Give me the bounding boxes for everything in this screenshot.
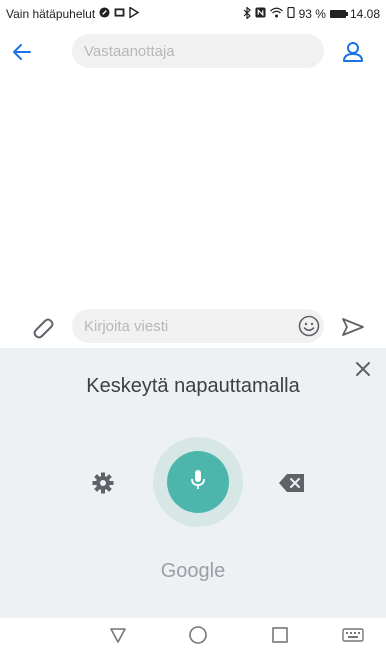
battery-icon	[329, 10, 348, 18]
microphone-button[interactable]	[167, 451, 229, 513]
vibrate-icon	[287, 6, 295, 21]
battery-text: 93 %	[298, 7, 326, 21]
keyboard-icon[interactable]	[342, 625, 364, 645]
mail-icon	[114, 8, 125, 20]
play-store-icon	[129, 6, 140, 21]
carrier-text: Vain hätäpuhelut	[6, 7, 96, 21]
navigation-bar	[0, 618, 386, 650]
recents-square-icon[interactable]	[270, 625, 290, 645]
maps-icon	[99, 7, 110, 21]
bluetooth-icon	[243, 5, 251, 22]
status-left: Vain hätäpuhelut	[6, 6, 140, 21]
wifi-icon	[269, 7, 283, 21]
emoji-icon[interactable]	[298, 315, 320, 337]
back-triangle-icon[interactable]	[108, 625, 128, 645]
nfc-icon	[255, 7, 266, 21]
home-circle-icon[interactable]	[188, 625, 208, 645]
microphone-icon	[189, 468, 207, 497]
status-time: 14.08	[349, 7, 380, 21]
recipient-input[interactable]	[72, 34, 324, 68]
message-input[interactable]	[72, 309, 324, 343]
send-icon[interactable]	[340, 314, 366, 340]
paperclip-icon[interactable]	[30, 314, 56, 340]
message-composer	[0, 306, 386, 346]
voice-status-title[interactable]: Keskeytä napauttamalla	[0, 375, 386, 398]
voice-input-panel: Keskeytä napauttamalla Google	[0, 348, 386, 618]
recipient-bar	[0, 28, 386, 76]
microphone-halo	[153, 437, 243, 527]
backspace-icon[interactable]	[278, 472, 306, 494]
back-arrow-icon[interactable]	[8, 38, 36, 66]
status-right: 93 % 14.08	[243, 5, 380, 22]
google-logo-text: Google	[160, 560, 226, 582]
contact-icon[interactable]	[340, 39, 366, 65]
gear-icon[interactable]	[91, 471, 115, 495]
status-bar: Vain hätäpuhelut 93 % 14.08	[0, 0, 386, 28]
